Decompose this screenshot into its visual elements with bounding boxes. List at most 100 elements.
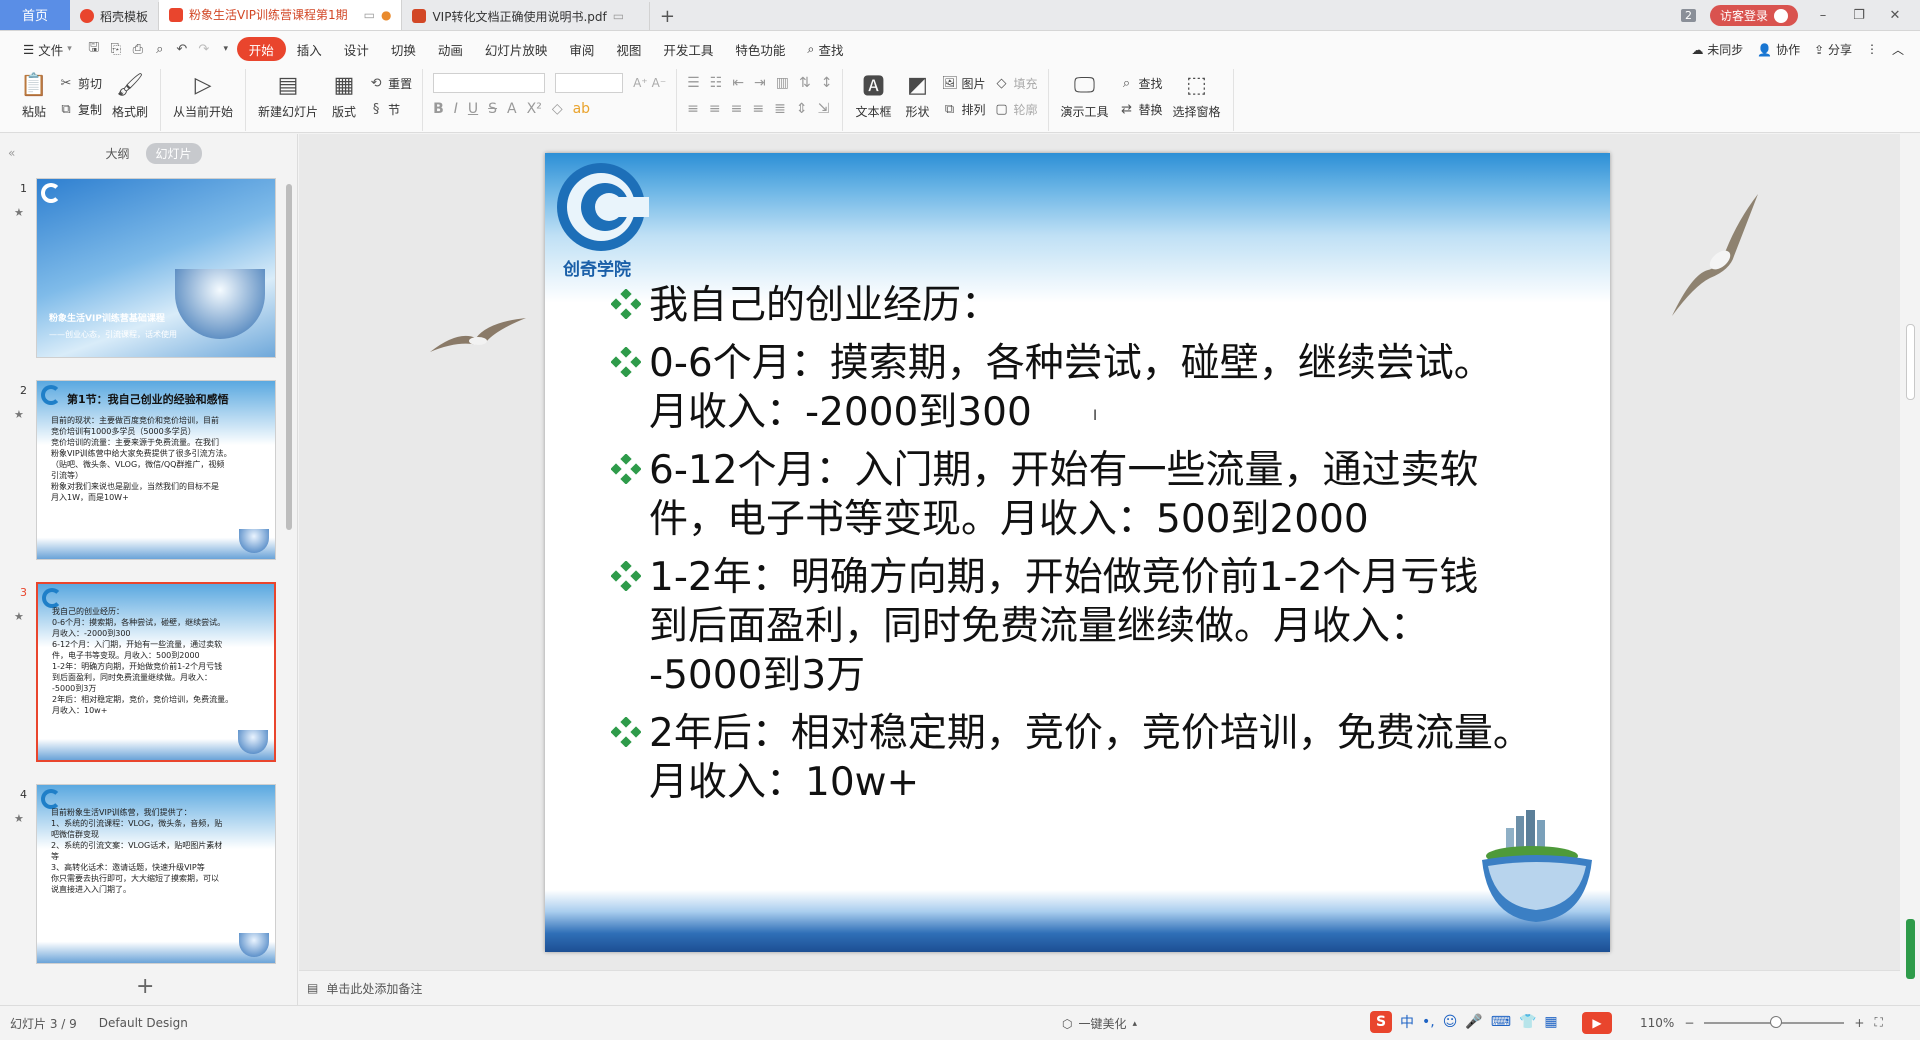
vertical-scrollbar[interactable] [1900, 134, 1920, 1005]
slide-thumb-row-2[interactable]: 2 ★ 第1节：我自己创业的经验和感悟 目前的现状：主要做百度竞价和竞价培训，目… [0, 380, 290, 560]
number-list-icon[interactable]: ☷ [710, 75, 723, 91]
fill-button[interactable]: ◇ 填充 [994, 73, 1038, 93]
cut-button[interactable]: ✂ 剪切 [58, 73, 102, 93]
shrink-font-icon[interactable]: A⁻ [652, 76, 667, 90]
keyboard-icon[interactable]: ⌨ [1491, 1014, 1511, 1030]
tab-outline[interactable]: 大纲 [95, 143, 139, 164]
slideshow-play-button[interactable]: ▶ [1582, 1012, 1612, 1034]
columns-icon[interactable]: ▥ [776, 75, 789, 91]
text-direction-icon[interactable]: ⇅ [799, 75, 811, 91]
tab-comment-icon[interactable]: ▭ [364, 8, 375, 22]
menu-developer[interactable]: 开发工具 [652, 37, 724, 61]
punctuation-icon[interactable]: •, [1422, 1014, 1435, 1030]
indent-icon[interactable]: ⇲ [818, 101, 830, 117]
menu-search[interactable]: ⌕ 查找 [796, 37, 854, 61]
zoom-in-icon[interactable]: + [1854, 1016, 1864, 1030]
increase-indent-icon[interactable]: ⇥ [754, 75, 766, 91]
menu-features[interactable]: 特色功能 [724, 37, 796, 61]
notes-placeholder[interactable]: 单击此处添加备注 [326, 980, 422, 997]
one-click-beautify-button[interactable]: ⬡ 一键美化 ▴ [1062, 1015, 1137, 1032]
design-name[interactable]: Default Design [77, 1016, 188, 1030]
tab-pdf-document[interactable]: VIP转化文档正确使用说明书.pdf ▭ [402, 2, 651, 30]
format-painter-button[interactable]: 🖌 格式刷 [106, 69, 154, 129]
decrease-indent-icon[interactable]: ⇤ [732, 75, 744, 91]
picture-button[interactable]: 🖼 图片 [941, 73, 985, 93]
reset-button[interactable]: ⟲ 重置 [368, 73, 412, 93]
tab-home[interactable]: 首页 [0, 0, 70, 30]
print-preview-icon[interactable]: ⌕ [149, 38, 171, 60]
tab-slides[interactable]: 幻灯片 [145, 142, 202, 164]
zoom-out-icon[interactable]: − [1684, 1016, 1694, 1030]
sync-status-button[interactable]: ☁ 未同步 [1691, 41, 1743, 58]
save-icon[interactable]: 🖫 [83, 38, 105, 60]
share-button[interactable]: ⇪ 分享 [1814, 41, 1852, 58]
section-button[interactable]: § 节 [368, 99, 412, 119]
file-menu[interactable]: ☰ 文件 ▾ [12, 37, 83, 61]
layout-button[interactable]: ▦ 版式 [324, 69, 364, 129]
tab-docer-templates[interactable]: 稻壳模板 [70, 2, 160, 30]
slide-thumb-row-1[interactable]: 1 ★ 粉象生活VIP训练营基础课程 ——创业心态，引流课程，话术使用 [0, 178, 290, 358]
grow-font-icon[interactable]: A⁺ [633, 76, 648, 90]
slide-thumb-row-3[interactable]: 3 ★ 我自己的创业经历： 0-6个月：摸索期，各种尝试，碰壁，继续尝试。 月收… [0, 582, 290, 762]
minimize-icon[interactable]: – [1812, 8, 1834, 23]
panel-scrollbar[interactable] [286, 184, 292, 530]
highlight-icon[interactable]: ab [573, 101, 590, 117]
scrollbar-thumb[interactable] [1906, 324, 1915, 400]
menu-insert[interactable]: 插入 [286, 37, 333, 61]
paste-button[interactable]: 📋 粘贴 [14, 69, 54, 129]
fit-window-icon[interactable]: ⛶ [1874, 1015, 1882, 1030]
collaborate-button[interactable]: 👤 协作 [1757, 41, 1800, 58]
zoom-slider-knob[interactable] [1770, 1015, 1783, 1028]
slide-thumbnail-selected[interactable]: 我自己的创业经历： 0-6个月：摸索期，各种尝试，碰壁，继续尝试。 月收入：-2… [36, 582, 276, 762]
restore-icon[interactable]: ❐ [1848, 8, 1870, 23]
outline-button[interactable]: ▢ 轮廓 [994, 99, 1037, 119]
font-color-icon[interactable]: A [507, 101, 517, 117]
export-pdf-icon[interactable]: ⎘ [105, 38, 127, 60]
menu-home[interactable]: 开始 [236, 37, 286, 61]
menu-animation[interactable]: 动画 [427, 37, 474, 61]
tab-current-presentation[interactable]: 粉象生活VIP训练营课程第1期 ▭ ● [159, 0, 403, 30]
zoom-level[interactable]: 110% [1640, 1016, 1674, 1030]
para-spacing-icon[interactable]: ⇕ [796, 101, 808, 117]
line-spacing-icon[interactable]: ↕ [821, 75, 833, 91]
emoji-icon[interactable]: ☺ [1443, 1014, 1458, 1030]
strikethrough-icon[interactable]: S [488, 101, 497, 117]
close-icon[interactable]: ✕ [1884, 8, 1906, 23]
new-tab-button[interactable]: + [650, 2, 684, 30]
replace-button[interactable]: ⇄ 替换 [1119, 99, 1162, 119]
arrange-button[interactable]: ⧉ 排列 [941, 99, 986, 119]
notes-bar[interactable]: ▤ 单击此处添加备注 [299, 970, 1900, 1005]
sogou-ime-icon[interactable]: S [1370, 1011, 1392, 1033]
italic-icon[interactable]: I [454, 101, 458, 117]
microphone-icon[interactable]: 🎤 [1465, 1014, 1482, 1030]
slide-thumbnail[interactable]: 粉象生活VIP训练营基础课程 ——创业心态，引流课程，话术使用 [36, 178, 276, 358]
ime-mode-label[interactable]: 中 [1400, 1012, 1414, 1032]
new-slide-button[interactable]: ▤ 新建幻灯片 [252, 69, 324, 129]
slide-body-text[interactable]: 我自己的创业经历： 0-6个月：摸索期，各种尝试，碰壁，继续尝试。 月收入：-2… [611, 281, 1591, 816]
copy-button[interactable]: ⧉ 复制 [58, 99, 102, 119]
skin-icon[interactable]: 👕 [1519, 1014, 1536, 1030]
superscript-icon[interactable]: X² [527, 101, 542, 117]
visitor-login-button[interactable]: 访客登录 [1709, 5, 1798, 26]
distribute-icon[interactable]: ≣ [774, 101, 786, 117]
toolbox-icon[interactable]: ▦ [1544, 1014, 1557, 1030]
textbox-button[interactable]: 🅰 文本框 [849, 69, 897, 129]
slide-thumb-row-4[interactable]: 4 ★ 目前粉象生活VIP训练营，我们提供了： 1、系统的引流课程：VLOG，微… [0, 784, 290, 964]
clear-format-icon[interactable]: ◇ [552, 101, 563, 117]
find-button[interactable]: ⌕ 查找 [1119, 73, 1163, 93]
menu-transition[interactable]: 切换 [380, 37, 427, 61]
menu-design[interactable]: 设计 [333, 37, 380, 61]
menu-slideshow[interactable]: 幻灯片放映 [474, 37, 559, 61]
select-pane-button[interactable]: ⬚ 选择窗格 [1167, 69, 1227, 129]
undo-icon[interactable]: ↶ [171, 38, 193, 60]
align-right-icon[interactable]: ≡ [731, 101, 743, 117]
print-icon[interactable]: ⎙ [127, 38, 149, 60]
font-family-select[interactable] [433, 73, 546, 93]
menu-view[interactable]: 视图 [605, 37, 652, 61]
align-left-icon[interactable]: ≡ [687, 101, 699, 117]
bullet-list-icon[interactable]: ☰ [687, 75, 700, 91]
slide-3[interactable]: 创奇学院 我自己的创业经历： 0-6个月：摸索期，各种尝试，碰壁，继续尝试。 月… [545, 153, 1610, 952]
add-slide-button[interactable]: + [136, 974, 154, 999]
window-count-badge[interactable]: 2 [1680, 9, 1696, 22]
slide-thumbnail[interactable]: 第1节：我自己创业的经验和感悟 目前的现状：主要做百度竞价和竞价培训，目前 竞价… [36, 380, 276, 560]
